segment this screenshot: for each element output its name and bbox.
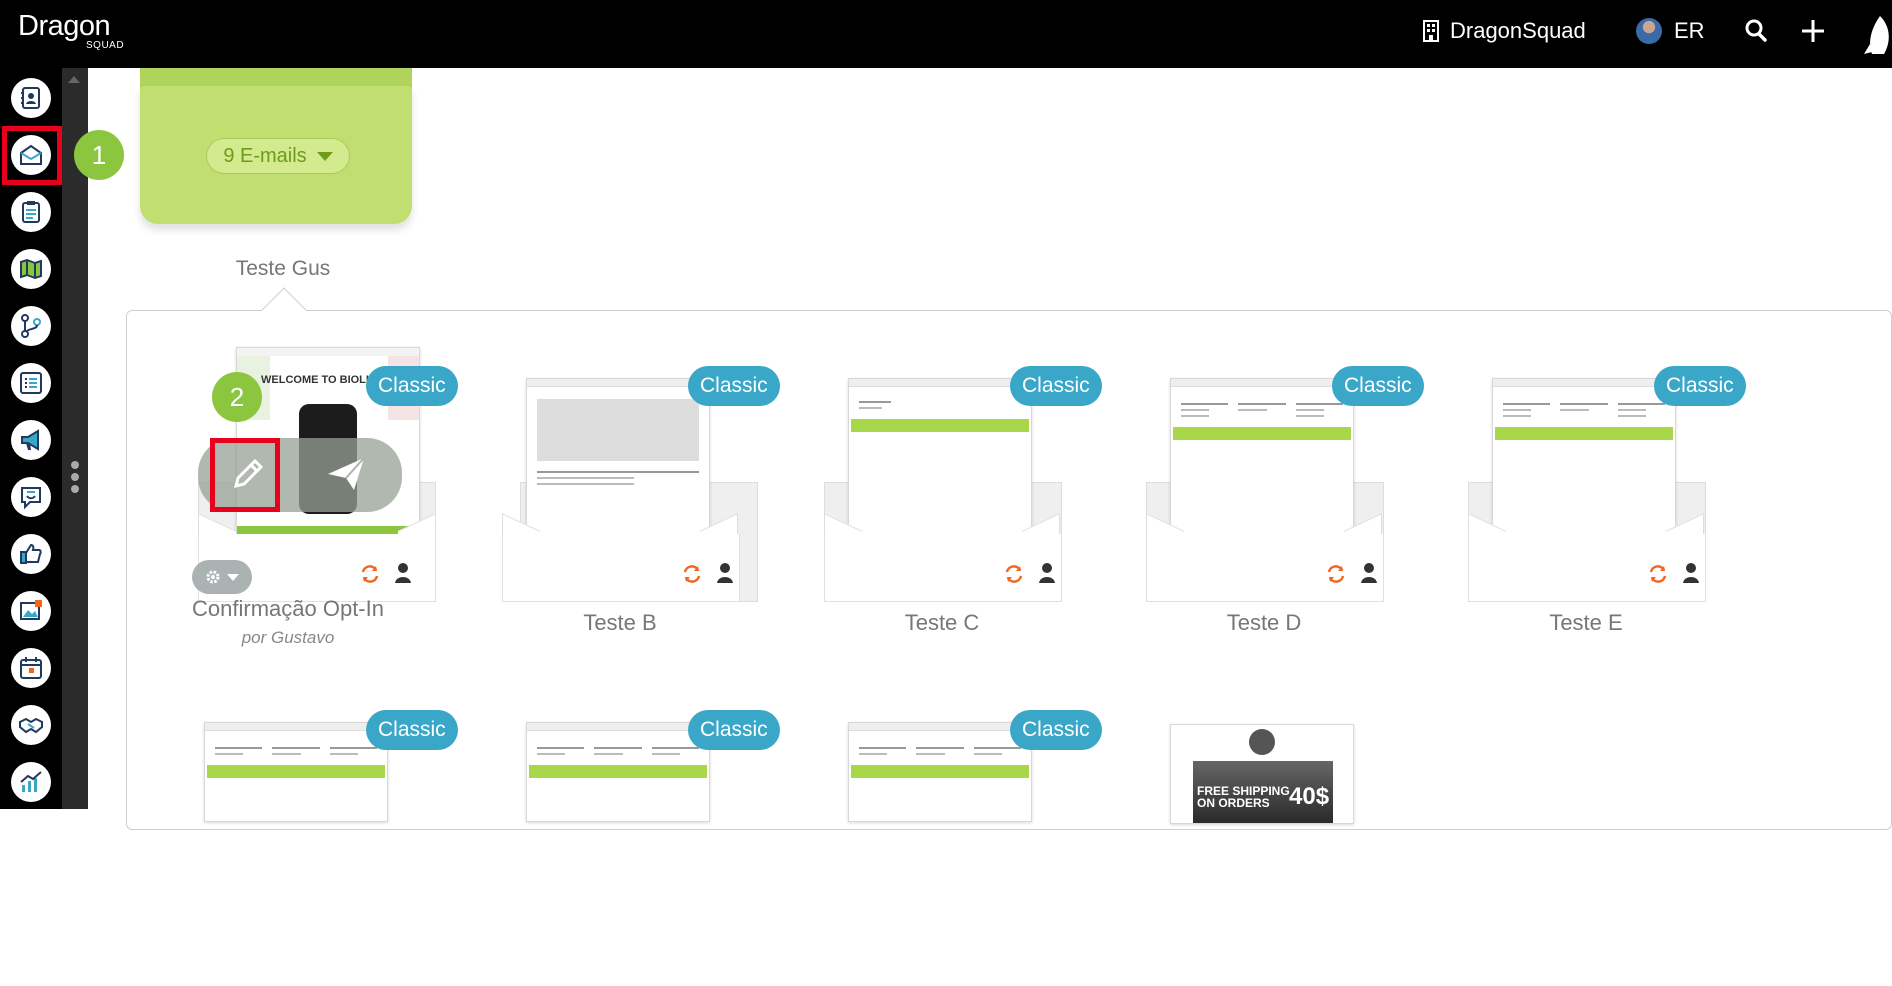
chat-icon — [21, 487, 41, 510]
email-card[interactable]: Classic Teste E — [1464, 312, 1764, 642]
thumb-logo — [1249, 729, 1275, 755]
map-icon — [20, 258, 42, 280]
search-icon[interactable] — [1744, 18, 1768, 44]
email-thumbnail[interactable] — [526, 378, 710, 543]
step-badge-1: 1 — [74, 130, 124, 180]
sidebar-item-chat[interactable] — [11, 477, 51, 517]
sidebar-item-map[interactable] — [11, 249, 51, 289]
email-thumbnail[interactable]: FREE SHIPPING ON ORDERS 40$ — [1170, 724, 1354, 824]
sync-icon — [1005, 565, 1023, 583]
template-type-badge: Classic — [366, 366, 458, 406]
email-thumbnail[interactable] — [1170, 378, 1354, 543]
user-initials: ER — [1674, 18, 1705, 43]
analytics-icon — [20, 771, 42, 792]
email-folder[interactable]: 9 E-mails — [140, 86, 412, 224]
template-type-badge: Classic — [1010, 366, 1102, 406]
step-badge-2: 2 — [212, 372, 262, 422]
email-card[interactable]: Classic Teste D — [1142, 312, 1442, 642]
email-card[interactable]: Classic Teste B — [498, 312, 798, 642]
email-count-label: 9 E-mails — [223, 144, 307, 167]
gear-icon — [206, 570, 220, 584]
thumb-promo-sub: ON ORDERS — [1197, 796, 1270, 810]
sidebar-scrollbar[interactable] — [62, 68, 88, 809]
template-type-badge: Classic — [688, 366, 780, 406]
app-logo[interactable]: Dragon SQUAD — [18, 10, 124, 51]
scroll-up-icon[interactable] — [68, 76, 80, 83]
template-type-badge: Classic — [1654, 366, 1746, 406]
send-icon[interactable] — [326, 454, 366, 494]
company-switcher[interactable]: DragonSquad — [1422, 18, 1586, 44]
top-bar: Dragon SQUAD DragonSquad ER — [0, 0, 1892, 68]
email-card[interactable]: FREE SHIPPING ON ORDERS 40$ — [1142, 656, 1442, 986]
email-count-dropdown[interactable]: 9 E-mails — [206, 138, 350, 174]
highlight-box-email-nav — [2, 126, 62, 185]
building-icon — [1423, 20, 1439, 42]
template-type-badge: Classic — [1332, 366, 1424, 406]
calendar-icon — [20, 657, 42, 679]
email-title[interactable]: Teste D — [1142, 610, 1386, 636]
email-card[interactable]: Classic — [176, 656, 476, 986]
thumb-promo-amount: 40$ — [1289, 783, 1330, 810]
email-title[interactable]: Confirmação Opt-In — [170, 596, 406, 622]
logo-word: Dragon — [18, 10, 111, 42]
sidebar-item-calendar[interactable] — [11, 648, 51, 688]
template-type-badge: Classic — [366, 710, 458, 750]
folder-name: Teste Gus — [235, 257, 331, 280]
thumbs-up-icon — [20, 543, 42, 564]
user-icon — [1039, 563, 1055, 583]
thumb-image-placeholder — [537, 399, 699, 461]
email-card[interactable]: WELCOME TO BIOLIFE 2 Classic Confirmação… — [176, 312, 476, 647]
email-thumbnail[interactable] — [1492, 378, 1676, 543]
settings-dropdown[interactable] — [192, 560, 252, 594]
email-title[interactable]: Teste E — [1464, 610, 1708, 636]
sidebar-item-flows[interactable] — [11, 306, 51, 346]
user-icon — [1361, 563, 1377, 583]
sidebar-item-analytics[interactable] — [11, 762, 51, 802]
sync-icon — [683, 565, 701, 583]
handshake-icon — [19, 717, 43, 734]
sidebar-item-lists[interactable] — [11, 363, 51, 403]
image-icon — [20, 600, 42, 620]
sidebar-item-contacts[interactable] — [11, 78, 51, 118]
add-icon[interactable] — [1800, 18, 1826, 44]
rocket-icon[interactable] — [1862, 14, 1892, 58]
highlight-box-edit — [210, 438, 280, 512]
company-name: DragonSquad — [1450, 18, 1586, 43]
email-thumbnail[interactable] — [526, 722, 710, 822]
email-thumbnail[interactable] — [204, 722, 388, 822]
sidebar-item-social[interactable] — [11, 534, 51, 574]
sync-icon — [1649, 565, 1667, 583]
sync-icon — [1327, 565, 1345, 583]
user-icon — [395, 563, 411, 583]
email-title[interactable]: Teste B — [498, 610, 742, 636]
chevron-down-icon — [227, 573, 239, 581]
template-type-badge: Classic — [688, 710, 780, 750]
user-menu[interactable]: ER — [1636, 18, 1705, 44]
contacts-icon — [21, 87, 40, 109]
resize-grip-icon[interactable] — [71, 461, 79, 497]
list-icon — [20, 372, 42, 394]
sidebar-item-campaigns[interactable] — [11, 420, 51, 460]
sidebar-item-partners[interactable] — [11, 705, 51, 745]
megaphone-icon — [21, 429, 39, 451]
email-card[interactable]: Classic — [498, 656, 798, 986]
thumb-header-text: WELCOME TO BIOLIFE — [261, 374, 384, 386]
email-thumbnail[interactable] — [848, 378, 1032, 543]
user-icon — [1683, 563, 1699, 583]
avatar — [1636, 18, 1662, 44]
email-card[interactable]: Classic — [820, 656, 1120, 986]
email-author: por Gustavo — [241, 628, 335, 647]
sync-icon — [361, 565, 379, 583]
email-card[interactable]: Classic Teste C — [820, 312, 1120, 642]
user-icon — [717, 563, 733, 583]
email-thumbnail[interactable] — [848, 722, 1032, 822]
template-type-badge: Classic — [1010, 710, 1102, 750]
sidebar-item-media[interactable] — [11, 591, 51, 631]
email-title[interactable]: Teste C — [820, 610, 1064, 636]
logo-sub: SQUAD — [86, 40, 125, 51]
forms-icon — [22, 201, 40, 223]
flow-icon — [21, 314, 41, 338]
chevron-down-icon — [316, 151, 333, 161]
sidebar-item-forms[interactable] — [11, 192, 51, 232]
